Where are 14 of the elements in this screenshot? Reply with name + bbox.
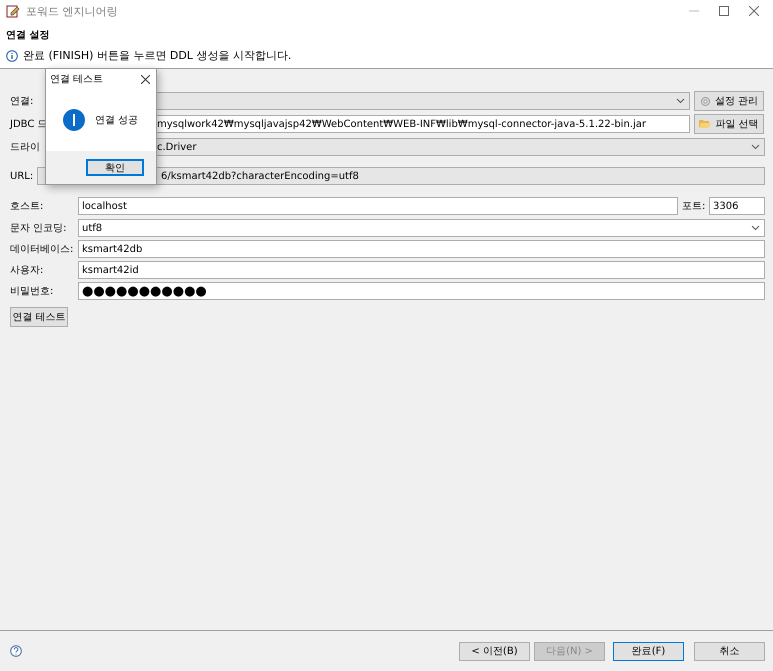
dialog-message: 연결 성공 xyxy=(95,114,138,127)
field-label: 연결: xyxy=(10,95,34,108)
window-title: 포워드 엔지니어링 xyxy=(26,4,118,18)
field-label: 문자 인코딩: xyxy=(10,222,68,235)
field-label: 데이터베이스: xyxy=(10,243,74,256)
field-label: 사용자: xyxy=(10,264,44,277)
dialog-title: 연결 테스트 xyxy=(50,73,104,86)
field-label: 드라이 xyxy=(10,141,41,154)
field-label: 비밀번호: xyxy=(10,285,54,298)
field-label: URL: xyxy=(10,170,33,182)
field-label: 호스트: xyxy=(10,200,44,213)
info-message: 완료 (FINISH) 버튼을 누르면 DDL 생성을 시작합니다. xyxy=(23,48,292,63)
page-title: 연결 설정 xyxy=(6,29,50,42)
field-label: 포트: xyxy=(682,200,705,213)
